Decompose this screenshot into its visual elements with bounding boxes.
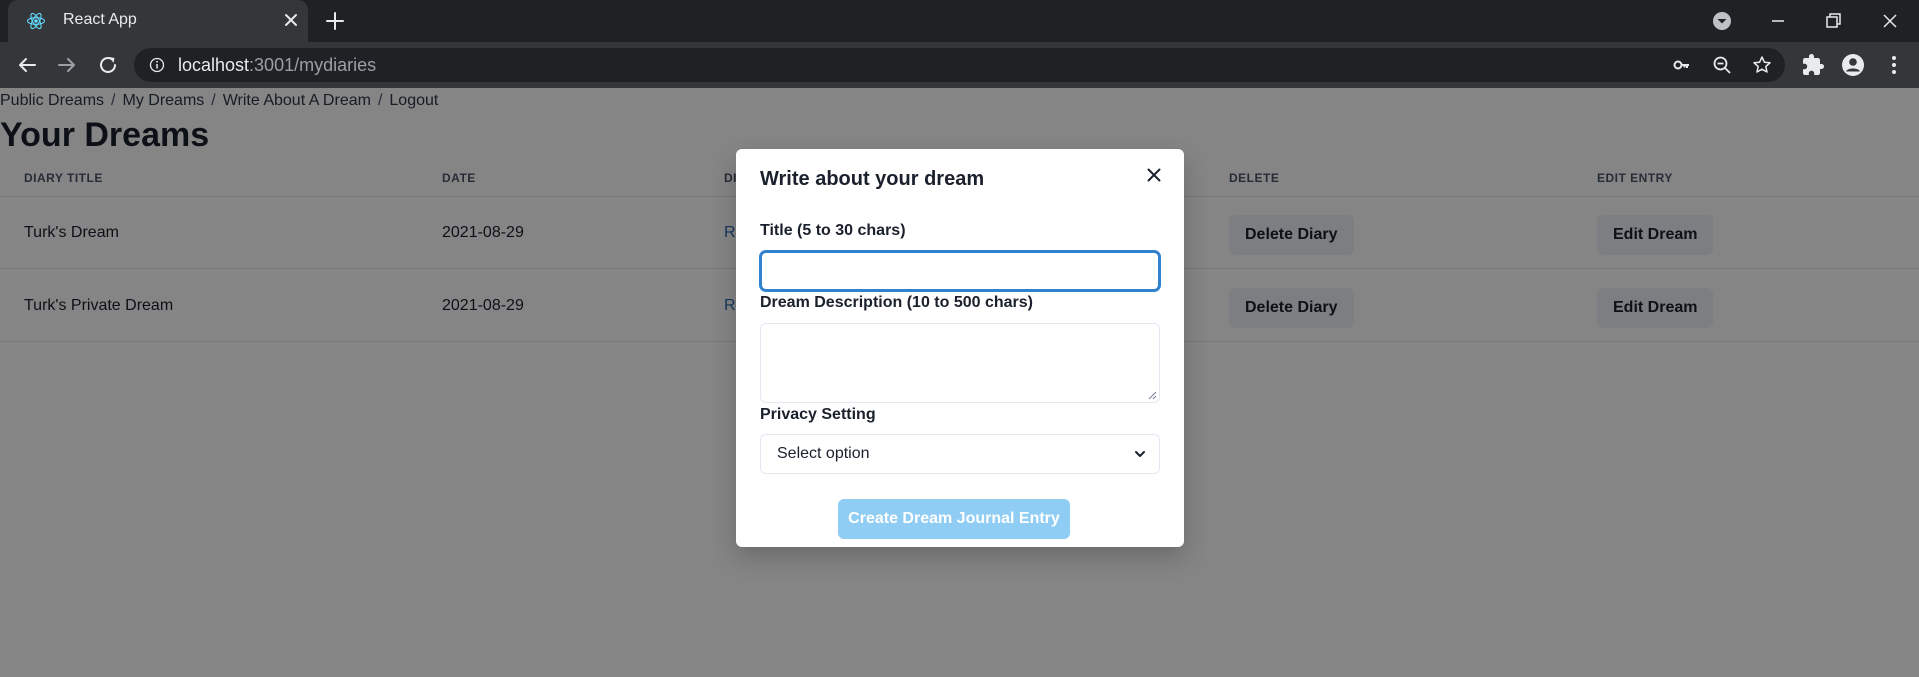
restore-icon[interactable] <box>1821 9 1845 33</box>
chevron-down-icon <box>1135 451 1145 457</box>
close-window-icon[interactable] <box>1878 9 1902 33</box>
privacy-select-value: Select option <box>777 445 870 462</box>
reload-icon[interactable] <box>96 53 120 77</box>
resize-grip-icon[interactable] <box>1147 390 1157 400</box>
title-input[interactable] <box>760 251 1160 291</box>
new-tab-icon[interactable] <box>324 10 346 32</box>
browser-tab[interactable]: React App <box>8 0 308 42</box>
url-text: localhost:3001/mydiaries <box>178 55 377 75</box>
profile-avatar-icon[interactable] <box>1841 53 1865 77</box>
privacy-select[interactable]: Select option <box>760 434 1160 474</box>
address-bar[interactable]: localhost:3001/mydiaries <box>134 48 1785 82</box>
tab-search-icon[interactable] <box>1710 9 1734 33</box>
tab-title: React App <box>63 11 137 28</box>
privacy-field-label: Privacy Setting <box>760 406 876 423</box>
forward-arrow-icon[interactable] <box>55 53 79 77</box>
zoom-out-icon[interactable] <box>1712 55 1732 75</box>
bookmark-star-icon[interactable] <box>1752 55 1772 75</box>
browser-menu-icon[interactable] <box>1882 53 1906 77</box>
minimize-icon[interactable] <box>1766 9 1790 33</box>
browser-tab-bar: React App <box>0 0 1919 42</box>
write-dream-modal: Write about your dream Title (5 to 30 ch… <box>736 149 1184 547</box>
back-arrow-icon[interactable] <box>15 53 39 77</box>
react-logo-icon <box>26 12 46 30</box>
site-info-icon[interactable] <box>149 57 165 73</box>
description-field-label: Dream Description (10 to 500 chars) <box>760 294 1033 311</box>
extensions-icon[interactable] <box>1801 53 1825 77</box>
modal-title: Write about your dream <box>760 168 985 190</box>
close-icon[interactable] <box>1142 163 1166 187</box>
close-tab-icon[interactable] <box>280 9 302 31</box>
create-entry-button[interactable]: Create Dream Journal Entry <box>838 499 1070 539</box>
title-field-label: Title (5 to 30 chars) <box>760 222 906 239</box>
key-icon[interactable] <box>1672 55 1692 75</box>
description-textarea[interactable] <box>760 323 1160 403</box>
browser-toolbar: localhost:3001/mydiaries <box>0 42 1919 88</box>
